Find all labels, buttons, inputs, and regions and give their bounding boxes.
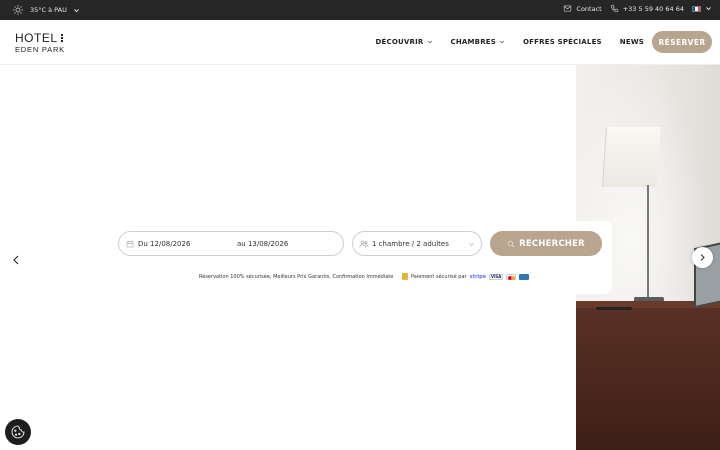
chevron-down-icon (73, 8, 79, 12)
mail-icon (564, 5, 572, 12)
hotel-logo[interactable]: HOTEL EDEN PARK (15, 32, 65, 54)
date-range-field[interactable]: Du 12/08/2026 au 13/08/2026 (118, 231, 344, 256)
reserve-button[interactable]: RÉSERVER (652, 31, 712, 53)
contact-label: Contact (576, 4, 602, 13)
search-button[interactable]: RECHERCHER (490, 231, 602, 256)
slider-next-button[interactable] (692, 247, 713, 268)
search-label: RECHERCHER (519, 238, 585, 249)
stripe-logo: stripe (469, 273, 487, 280)
amex-icon (519, 273, 530, 280)
nav-offres-speciales[interactable]: OFFRES SPÉCIALES (523, 38, 602, 46)
guests-selector[interactable]: 1 chambre / 2 adultes (352, 231, 482, 256)
secure-label: Paiement sécurisé par (411, 273, 467, 280)
logo-line2: EDEN PARK (15, 45, 65, 54)
lamp-shade (601, 127, 662, 187)
logo-line1: HOTEL (15, 31, 58, 45)
top-bar: 35°C à PAU Contact +33 5 59 40 64 64 (0, 0, 720, 20)
phone-number: +33 5 59 40 64 64 (622, 4, 684, 13)
secure-payment: Paiement sécurisé par stripe VISA (402, 273, 530, 280)
booking-assurance: Réservation 100% sécurisée, Meilleurs Pr… (199, 274, 394, 280)
sun-icon (13, 5, 23, 15)
chevron-down-icon (469, 243, 474, 247)
mastercard-icon (506, 273, 517, 280)
hero-slider: Du 12/08/2026 au 13/08/2026 1 chambre / … (0, 65, 720, 450)
phone-icon (610, 4, 618, 13)
nav-label: CHAMBRES (450, 38, 497, 46)
desk (576, 308, 720, 450)
nav-chambres[interactable]: CHAMBRES (451, 38, 506, 46)
chevron-right-icon (700, 254, 705, 261)
people-icon (359, 240, 369, 248)
weather-text: 35°C à PAU (30, 6, 67, 14)
cookie-icon (11, 425, 25, 439)
lock-icon (402, 273, 408, 280)
cookie-settings-button[interactable] (5, 419, 31, 445)
logo-dots (60, 34, 63, 42)
chevron-down-icon (499, 40, 505, 44)
nav-news[interactable]: NEWS (620, 38, 644, 46)
chevron-down-icon (427, 40, 432, 44)
language-selector[interactable] (692, 5, 712, 12)
visa-icon: VISA (489, 273, 504, 280)
calendar-icon (126, 241, 134, 248)
nav-label: DÉCOUVRIR (375, 38, 424, 46)
date-to[interactable]: au 13/08/2026 (237, 240, 288, 248)
chevron-down-icon (706, 7, 711, 11)
phone-link[interactable]: +33 5 59 40 64 64 (610, 4, 684, 13)
main-nav: DÉCOUVRIR CHAMBRES OFFRES SPÉCIALES NEWS… (376, 31, 712, 53)
chevron-left-icon (13, 255, 19, 265)
guests-text: 1 chambre / 2 adultes (372, 240, 449, 248)
weather-widget[interactable]: 35°C à PAU (12, 4, 80, 16)
date-from[interactable]: Du 12/08/2026 (138, 240, 190, 248)
french-flag-icon (692, 5, 701, 12)
nav-label: OFFRES SPÉCIALES (523, 38, 602, 46)
site-header: HOTEL EDEN PARK DÉCOUVRIR CHAMBRES OFFRE… (0, 20, 720, 65)
slider-prev-button[interactable] (10, 251, 22, 265)
search-icon (508, 240, 515, 247)
nav-decouvrir[interactable]: DÉCOUVRIR (376, 38, 433, 46)
contact-link[interactable]: Contact (563, 4, 602, 13)
nav-label: NEWS (619, 38, 644, 46)
